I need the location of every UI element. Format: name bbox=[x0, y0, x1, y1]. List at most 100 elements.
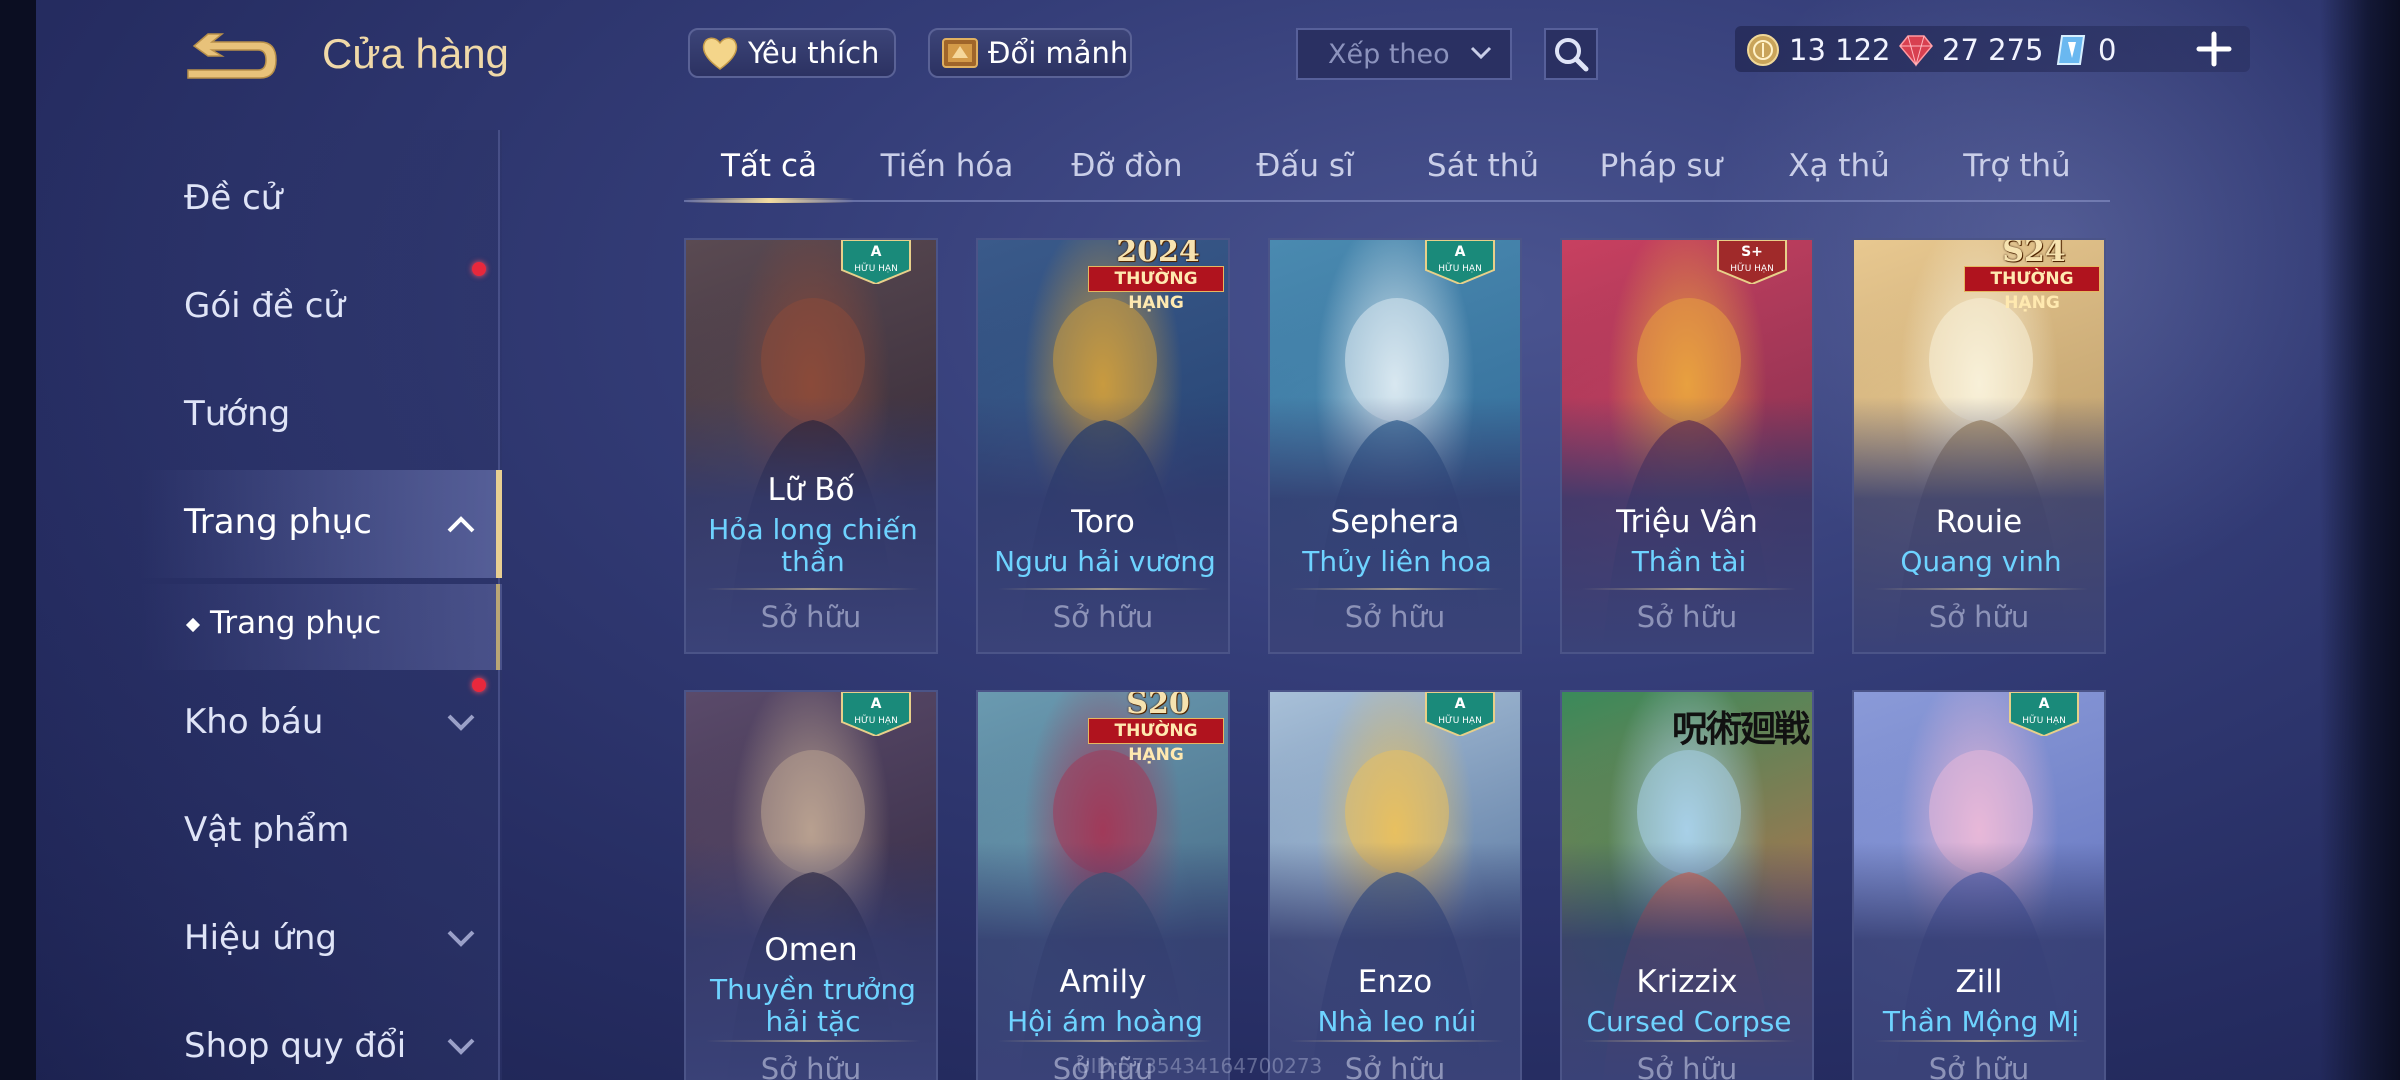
ranked-label: THƯỜNG HẠNG bbox=[1088, 266, 1224, 313]
skin-card[interactable]: S+ HỮU HẠN Triệu Vân Thần tài Sở hữu bbox=[1560, 238, 1814, 654]
left-edge bbox=[0, 0, 36, 1080]
owned-status: Sở hữu bbox=[1636, 1052, 1738, 1080]
shop-screen: Cửa hàng Yêu thích Đổi mảnh Xếp theo 13 … bbox=[0, 0, 2400, 1080]
skin-name: Hỏa long chiến thần bbox=[708, 513, 918, 578]
svg-text:A: A bbox=[1455, 696, 1466, 712]
gold-coin-icon bbox=[1745, 32, 1781, 68]
sort-label: Xếp theo bbox=[1328, 38, 1450, 70]
hero-name: Amily bbox=[1059, 964, 1147, 1000]
gold-amount: 13 122 bbox=[1789, 33, 1891, 67]
svg-text:A: A bbox=[2039, 696, 2050, 712]
card-shade bbox=[1270, 842, 1520, 1080]
tab-tank[interactable]: Đỡ đòn bbox=[1042, 148, 1212, 184]
svg-text:A: A bbox=[871, 244, 882, 260]
ruby-gem-icon bbox=[1898, 32, 1934, 68]
limited-rank-badge: S+ HỮU HẠN bbox=[1717, 240, 1787, 284]
hero-name: Toro bbox=[1071, 504, 1135, 540]
tab-mage[interactable]: Pháp sư bbox=[1576, 148, 1746, 184]
limited-rank-badge: A HỮU HẠN bbox=[841, 692, 911, 736]
sub-nav-indicator bbox=[496, 584, 500, 670]
svg-text:HỮU HẠN: HỮU HẠN bbox=[1438, 714, 1482, 726]
season-label: S20 bbox=[1126, 690, 1190, 721]
owned-status: Sở hữu bbox=[760, 600, 862, 634]
tab-evolution[interactable]: Tiến hóa bbox=[862, 148, 1032, 184]
notification-dot bbox=[472, 262, 486, 276]
owned-status: Sở hữu bbox=[1636, 600, 1738, 634]
voucher-icon bbox=[2054, 32, 2090, 68]
favorites-label: Yêu thích bbox=[748, 36, 880, 70]
skin-card[interactable]: 呪術廻戦 Krizzix Cursed Corpse Sở hữu bbox=[1560, 690, 1814, 1080]
sidebar-item-recommended[interactable]: Đề cử bbox=[184, 178, 282, 218]
tabs-divider bbox=[684, 200, 2110, 202]
hero-name: Krizzix bbox=[1636, 964, 1738, 1000]
favorites-button[interactable]: Yêu thích bbox=[688, 28, 896, 78]
skin-name: Nhà leo núi bbox=[1317, 1005, 1477, 1038]
sidebar-item-skins[interactable]: Trang phục bbox=[184, 502, 372, 542]
search-icon bbox=[1555, 38, 1589, 72]
sidebar-item-effects[interactable]: Hiệu ứng bbox=[184, 918, 337, 958]
svg-text:HỮU HẠN: HỮU HẠN bbox=[1730, 262, 1774, 274]
skin-name: Ngưu hải vương bbox=[994, 545, 1216, 578]
skin-card[interactable]: S24 THƯỜNG HẠNG Rouie Quang vinh Sở hữu bbox=[1852, 238, 2106, 654]
card-divider bbox=[1874, 588, 2088, 590]
hero-name: Sephera bbox=[1330, 504, 1460, 540]
skin-card[interactable]: S20 THƯỜNG HẠNG Amily Hội ám hoàng Sở hữu bbox=[976, 690, 1230, 1080]
search-button[interactable] bbox=[1544, 28, 1598, 80]
skin-name: Quang vinh bbox=[1900, 545, 2062, 578]
svg-text:A: A bbox=[1455, 244, 1466, 260]
sidebar-item-recommended-packs[interactable]: Gói đề cử bbox=[184, 286, 345, 326]
tab-all[interactable]: Tất cả bbox=[684, 148, 854, 184]
skin-card[interactable]: A HỮU HẠN Sephera Thủy liên hoa Sở hữu bbox=[1268, 238, 1522, 654]
card-divider bbox=[1290, 1040, 1504, 1042]
card-divider bbox=[1874, 1040, 2088, 1042]
skin-card[interactable]: A HỮU HẠN Lữ Bố Hỏa long chiến thần Sở hữu bbox=[684, 238, 938, 654]
notification-dot bbox=[472, 678, 486, 692]
ranked-label: THƯỜNG HẠNG bbox=[1088, 718, 1224, 765]
sidebar-subitem-skins[interactable]: Trang phục bbox=[210, 605, 381, 641]
chevron-down-icon bbox=[1470, 46, 1492, 60]
ranked-label: THƯỜNG HẠNG bbox=[1964, 266, 2100, 313]
active-nav-indicator bbox=[496, 470, 502, 578]
chevron-down-icon bbox=[447, 714, 475, 731]
skin-name: Hội ám hoàng bbox=[1007, 1005, 1203, 1038]
voucher-currency: 0 bbox=[2054, 30, 2116, 70]
user-id-watermark: UID:5735434164700273 bbox=[1076, 1054, 1323, 1078]
svg-text:HỮU HẠN: HỮU HẠN bbox=[854, 262, 898, 274]
chevron-down-icon bbox=[447, 930, 475, 947]
tab-marksman[interactable]: Xạ thủ bbox=[1754, 148, 1924, 184]
skin-card[interactable]: A HỮU HẠN Zill Thần Mộng Mị Sở hữu bbox=[1852, 690, 2106, 1080]
ranked-season-badge: S24 THƯỜNG HẠNG bbox=[1964, 240, 2104, 313]
limited-rank-badge: A HỮU HẠN bbox=[1425, 692, 1495, 736]
sidebar-item-exchange-shop[interactable]: Shop quy đổi bbox=[184, 1026, 406, 1066]
hero-name: Lữ Bố bbox=[767, 472, 855, 508]
heart-icon bbox=[700, 33, 740, 73]
back-button[interactable] bbox=[182, 30, 282, 88]
owned-status: Sở hữu bbox=[1052, 600, 1154, 634]
svg-text:HỮU HẠN: HỮU HẠN bbox=[2022, 714, 2066, 726]
skin-card[interactable]: A HỮU HẠN Enzo Nhà leo núi Sở hữu bbox=[1268, 690, 1522, 1080]
gold-currency: 13 122 bbox=[1745, 30, 1890, 70]
skin-name: Thuyền trưởng hải tặc bbox=[710, 973, 916, 1038]
shard-exchange-button[interactable]: Đổi mảnh bbox=[928, 28, 1132, 78]
card-divider bbox=[1582, 588, 1796, 590]
tab-assassin[interactable]: Sát thủ bbox=[1398, 148, 1568, 184]
card-shade bbox=[1854, 842, 2104, 1080]
voucher-amount: 0 bbox=[2098, 33, 2117, 67]
skin-card[interactable]: 2024 THƯỜNG HẠNG Toro Ngưu hải vương Sở hữu bbox=[976, 238, 1230, 654]
sidebar-item-items[interactable]: Vật phẩm bbox=[184, 810, 349, 850]
ranked-season-badge: 2024 THƯỜNG HẠNG bbox=[1088, 240, 1228, 313]
owned-status: Sở hữu bbox=[1344, 600, 1446, 634]
sort-dropdown[interactable]: Xếp theo bbox=[1296, 28, 1512, 80]
svg-text:S+: S+ bbox=[1741, 244, 1763, 260]
ruby-amount: 27 275 bbox=[1942, 33, 2044, 67]
card-divider bbox=[998, 1040, 1212, 1042]
plus-icon bbox=[2196, 31, 2232, 67]
sidebar-item-heroes[interactable]: Tướng bbox=[184, 394, 290, 434]
skin-name: Thần Mộng Mị bbox=[1882, 1005, 2080, 1038]
tab-fighter[interactable]: Đấu sĩ bbox=[1220, 148, 1390, 184]
skin-card[interactable]: A HỮU HẠN Omen Thuyền trưởng hải tặc Sở hữu bbox=[684, 690, 938, 1080]
sidebar-item-treasure[interactable]: Kho báu bbox=[184, 702, 323, 742]
add-currency-button[interactable] bbox=[2195, 30, 2233, 68]
tab-support[interactable]: Trợ thủ bbox=[1932, 148, 2102, 184]
hero-name: Rouie bbox=[1935, 504, 2023, 540]
